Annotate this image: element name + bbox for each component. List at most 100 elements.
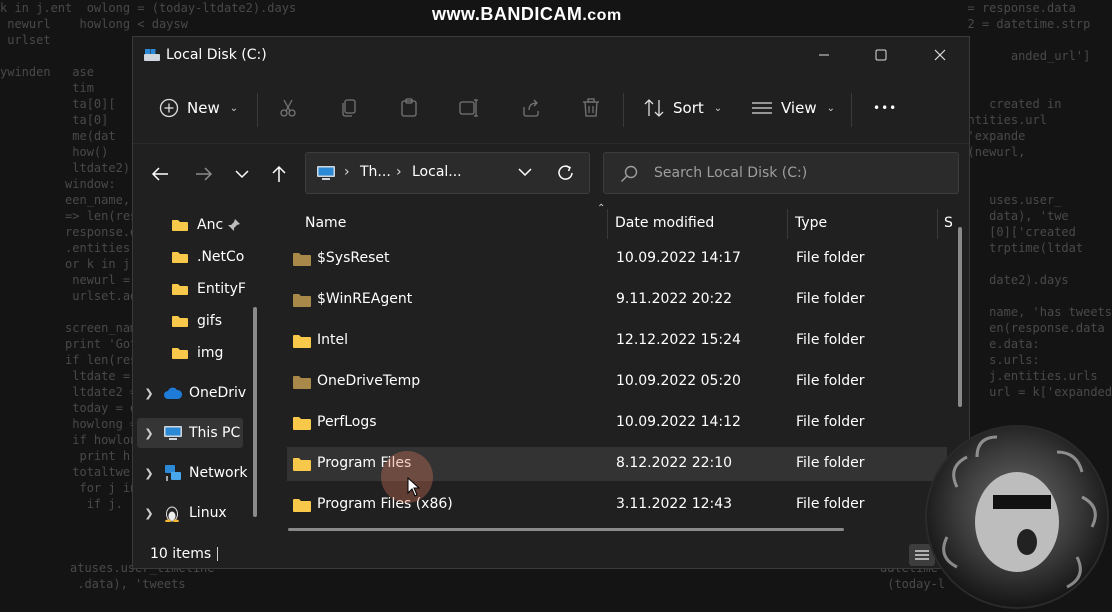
sidebar-item-entityf[interactable]: EntityF bbox=[155, 274, 246, 304]
sort-ascending-icon: ⌃ bbox=[597, 203, 606, 214]
status-bar: 10 items bbox=[133, 537, 969, 570]
column-header-type[interactable]: Type bbox=[795, 203, 827, 243]
copy-button[interactable] bbox=[339, 83, 359, 133]
arrow-left-icon bbox=[151, 167, 168, 181]
more-icon: ••• bbox=[873, 101, 898, 115]
chevron-right-icon[interactable]: ❯ bbox=[141, 467, 157, 480]
navigation-bar: › Th... › Local... Search Local Disk (C:… bbox=[133, 151, 969, 197]
minimize-button[interactable] bbox=[801, 37, 847, 73]
toolbar-divider bbox=[257, 93, 258, 127]
new-button-label: New bbox=[187, 99, 220, 117]
plus-circle-icon bbox=[159, 98, 179, 118]
table-row[interactable]: PerfLogs 10.09.2022 14:12 File folder bbox=[287, 406, 947, 440]
file-type: File folder bbox=[796, 332, 865, 348]
chevron-right-icon[interactable]: ❯ bbox=[141, 427, 157, 440]
network-icon bbox=[163, 465, 183, 481]
column-header-date[interactable]: Date modified bbox=[615, 203, 714, 243]
refresh-icon[interactable] bbox=[556, 163, 576, 183]
computer-icon bbox=[163, 425, 183, 441]
sidebar-item-onedrive[interactable]: ❯ OneDriv bbox=[141, 378, 246, 408]
folder-icon bbox=[293, 417, 311, 430]
maximize-icon bbox=[875, 49, 887, 61]
cut-button[interactable] bbox=[278, 83, 298, 133]
webcam-overlay bbox=[925, 425, 1109, 609]
title-bar[interactable]: Local Disk (C:) bbox=[133, 37, 969, 73]
toolbar-divider-line bbox=[133, 143, 969, 144]
chevron-down-icon: ⌄ bbox=[229, 102, 239, 114]
horizontal-scrollbar[interactable] bbox=[288, 528, 844, 531]
address-bar[interactable]: › Th... › Local... bbox=[305, 152, 590, 194]
recent-locations-button[interactable] bbox=[224, 151, 260, 197]
sidebar-item-netco[interactable]: .NetCo bbox=[155, 242, 244, 272]
chevron-down-icon bbox=[235, 170, 249, 179]
minimize-icon bbox=[819, 54, 829, 56]
file-name: $SysReset bbox=[317, 250, 390, 266]
search-box[interactable]: Search Local Disk (C:) bbox=[603, 152, 959, 194]
chevron-right-icon[interactable]: ❯ bbox=[141, 387, 157, 400]
forward-button[interactable] bbox=[186, 151, 222, 197]
file-type: File folder bbox=[796, 250, 865, 266]
more-options-button[interactable]: ••• bbox=[873, 83, 897, 133]
folder-icon bbox=[293, 335, 311, 348]
folder-icon bbox=[293, 294, 311, 307]
column-header-size[interactable]: S bbox=[944, 203, 953, 243]
file-name: $WinREAgent bbox=[317, 291, 413, 307]
arrow-right-icon bbox=[196, 167, 213, 181]
chevron-right-icon[interactable]: ❯ bbox=[141, 507, 157, 520]
sidebar-scrollbar[interactable] bbox=[253, 307, 257, 517]
maximize-button[interactable] bbox=[858, 37, 904, 73]
sidebar-item-anc[interactable]: Anc bbox=[155, 210, 260, 240]
sidebar-item-gifs[interactable]: gifs bbox=[155, 306, 222, 336]
sort-button-label: Sort bbox=[673, 99, 704, 117]
back-button[interactable] bbox=[142, 151, 178, 197]
file-type: File folder bbox=[796, 455, 865, 471]
share-button[interactable] bbox=[521, 83, 541, 133]
status-divider bbox=[217, 547, 218, 561]
column-separator[interactable] bbox=[937, 209, 938, 239]
sort-button[interactable]: Sort ⌄ bbox=[643, 83, 722, 133]
file-type: File folder bbox=[796, 414, 865, 430]
sidebar-item-network[interactable]: ❯ Network bbox=[141, 458, 247, 488]
file-name: Intel bbox=[317, 332, 348, 348]
rename-icon bbox=[459, 99, 478, 117]
sidebar-item-img[interactable]: img bbox=[155, 338, 223, 368]
column-header-name[interactable]: Name bbox=[305, 203, 346, 243]
sidebar-item-this-pc[interactable]: ❯ This PC bbox=[137, 418, 243, 448]
table-row[interactable]: $WinREAgent 9.11.2022 20:22 File folder bbox=[287, 283, 947, 317]
delete-button[interactable] bbox=[581, 83, 601, 133]
column-separator[interactable] bbox=[787, 209, 788, 239]
clipboard-icon bbox=[401, 98, 417, 117]
details-view-icon bbox=[915, 550, 929, 560]
toolbar-divider bbox=[623, 93, 624, 127]
column-separator[interactable] bbox=[607, 209, 608, 239]
file-date: 9.11.2022 20:22 bbox=[616, 291, 733, 307]
breadcrumb-separator-icon: › bbox=[396, 164, 402, 180]
file-name: OneDriveTemp bbox=[317, 373, 421, 389]
command-bar: New ⌄ Sort ⌄ View ⌄ ••• bbox=[133, 83, 969, 133]
folder-icon bbox=[171, 313, 191, 329]
new-button[interactable]: New ⌄ bbox=[159, 83, 238, 133]
table-row[interactable]: $SysReset 10.09.2022 14:17 File folder bbox=[287, 242, 947, 276]
paste-button[interactable] bbox=[399, 83, 419, 133]
rename-button[interactable] bbox=[459, 83, 481, 133]
sidebar-item-linux[interactable]: ❯ Linux bbox=[141, 498, 227, 523]
webcam-avatar-image bbox=[942, 435, 1097, 589]
file-date: 10.09.2022 14:12 bbox=[616, 414, 741, 430]
table-row[interactable]: Intel 12.12.2022 15:24 File folder bbox=[287, 324, 947, 358]
breadcrumb-this-pc[interactable]: Th... bbox=[360, 164, 391, 180]
toolbar-divider bbox=[851, 93, 852, 127]
navigation-pane: Anc .NetCo EntityF gifs img ❯ OneDriv ❯ … bbox=[133, 207, 265, 523]
up-button[interactable] bbox=[261, 151, 297, 197]
folder-icon bbox=[293, 253, 311, 266]
share-icon bbox=[523, 99, 539, 117]
address-dropdown-icon[interactable] bbox=[518, 165, 532, 179]
breadcrumb-local-disk[interactable]: Local... bbox=[412, 164, 462, 180]
table-row[interactable]: OneDriveTemp 10.09.2022 05:20 File folder bbox=[287, 365, 947, 399]
vertical-scrollbar[interactable] bbox=[958, 227, 962, 407]
close-button[interactable] bbox=[917, 37, 963, 73]
search-input[interactable]: Search Local Disk (C:) bbox=[654, 165, 807, 181]
file-type: File folder bbox=[796, 496, 865, 512]
view-button[interactable]: View ⌄ bbox=[751, 83, 835, 133]
file-date: 10.09.2022 05:20 bbox=[616, 373, 741, 389]
cloud-icon bbox=[163, 385, 183, 401]
